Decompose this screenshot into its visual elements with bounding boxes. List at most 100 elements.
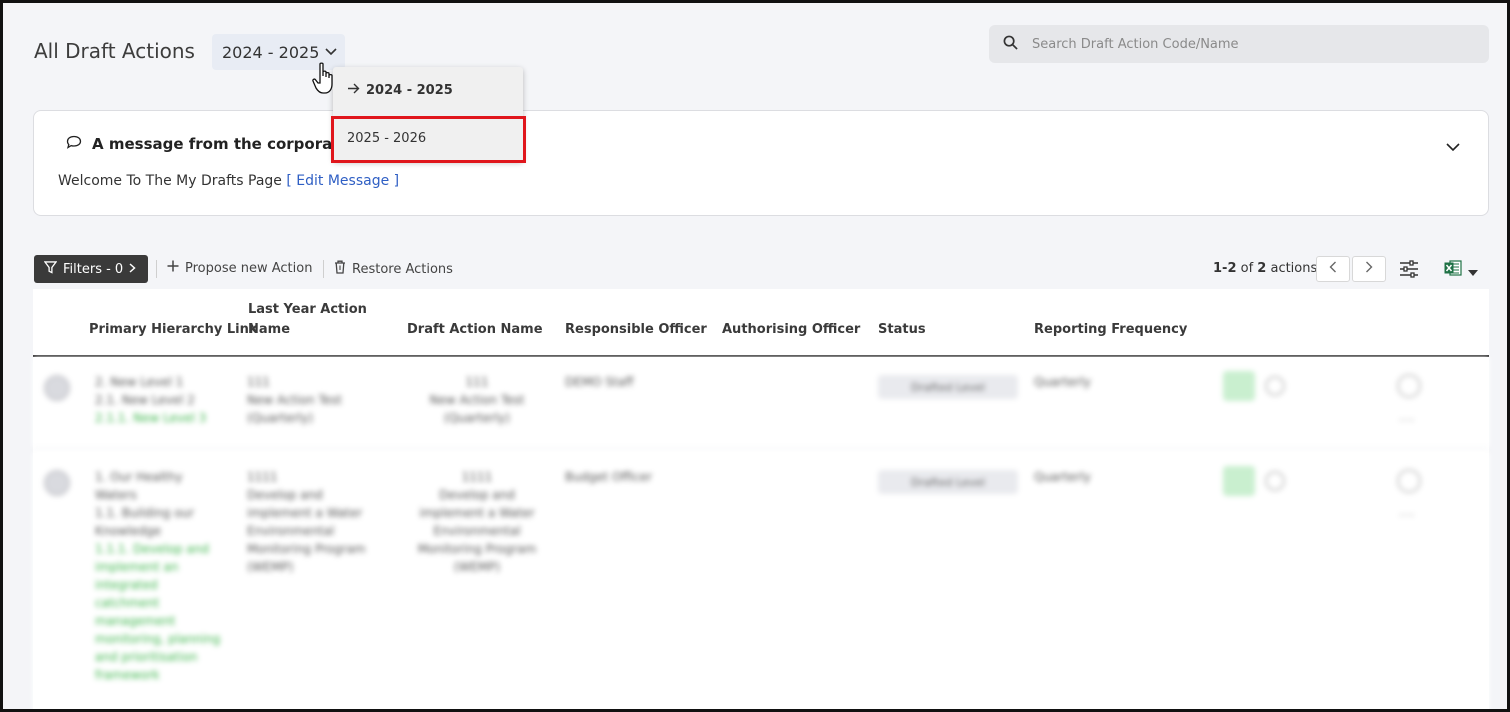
page-title: All Draft Actions [34, 39, 195, 63]
cell-line: Environmental [247, 524, 335, 538]
status-badge: Drafted Level [878, 470, 1018, 494]
column-header-line: Last Year Action [248, 302, 367, 317]
year-dropdown-menu: 2024 - 2025 2025 - 2026 [333, 67, 523, 161]
cell-line: (Quarterly) [443, 411, 511, 425]
hierarchy-cell: 2. New Level 1 2.1. New Level 2 2.1.1. N… [95, 373, 206, 427]
comment-icon[interactable] [1397, 374, 1421, 398]
column-header-primary-hierarchy[interactable]: Primary Hierarchy Link [89, 320, 257, 340]
more-options-icon[interactable]: ··· [1399, 413, 1415, 429]
last-year-name-cell: 111 New Action Test (Quarterly) [247, 373, 342, 427]
cell-line: Monitoring Program [247, 542, 366, 556]
hand-cursor-icon [312, 62, 338, 96]
cell-line: 111 [247, 375, 270, 389]
hierarchy-level-2: 2.1. New Level 2 [95, 393, 195, 407]
search-input[interactable] [1032, 36, 1452, 52]
draft-actions-table: Primary Hierarchy Link Last Year Action … [33, 289, 1489, 712]
filters-button[interactable]: Filters - 0 [34, 255, 148, 283]
column-header-status[interactable]: Status [878, 320, 926, 340]
chat-bubble-icon [66, 135, 82, 153]
status-badge: Drafted Level [878, 375, 1018, 399]
count-range: 1-2 [1213, 261, 1237, 276]
plus-icon [167, 260, 179, 276]
more-options-icon[interactable]: ··· [1399, 508, 1415, 524]
propose-new-action-label: Propose new Action [185, 260, 313, 276]
count-unit: actions [1266, 261, 1318, 276]
cell-line: Environmental [433, 524, 521, 538]
column-settings-icon[interactable] [1399, 260, 1419, 282]
propose-new-action-button[interactable]: Propose new Action [167, 260, 312, 276]
hierarchy-level-1: 1. Our Healthy [95, 470, 183, 484]
edit-icon[interactable] [1223, 371, 1255, 401]
column-header-reporting-frequency[interactable]: Reporting Frequency [1034, 320, 1187, 340]
message-body: Welcome To The My Drafts Page [ Edit Mes… [58, 173, 399, 189]
cell-line: 1111 [461, 470, 493, 484]
message-title: A message from the corporate t [66, 135, 362, 153]
hierarchy-level-3: integrated [95, 578, 158, 592]
cell-line: 1111 [247, 470, 278, 484]
message-title-text: A message from the corporate t [92, 135, 362, 153]
excel-export-button[interactable] [1444, 260, 1478, 280]
excel-icon [1444, 260, 1462, 280]
dropdown-option-selected-label: 2024 - 2025 [366, 82, 453, 98]
message-body-text: Welcome To The My Drafts Page [58, 173, 282, 189]
hierarchy-level-1: 2. New Level 1 [95, 375, 184, 389]
column-header-responsible-officer[interactable]: Responsible Officer [565, 320, 707, 340]
row-avatar [44, 375, 70, 401]
caret-down-icon [1468, 261, 1478, 280]
frequency-cell: Quarterly [1034, 470, 1091, 484]
column-header-draft-name[interactable]: Draft Action Name [407, 320, 543, 340]
restore-actions-button[interactable]: Restore Actions [334, 260, 453, 278]
cell-line: Develop and [247, 488, 323, 502]
cell-line: Develop and [439, 488, 515, 502]
dropdown-option-selected[interactable]: 2024 - 2025 [333, 67, 523, 113]
history-icon[interactable] [1265, 471, 1285, 491]
hierarchy-level-2: Knowledge [95, 524, 161, 538]
comment-icon[interactable] [1397, 469, 1421, 493]
hierarchy-level-3: catchment [95, 596, 160, 610]
edit-icon[interactable] [1223, 466, 1255, 496]
toolbar-divider [156, 260, 157, 278]
cell-line: (WEMP) [247, 560, 294, 574]
results-count: 1-2 of 2 actions [1213, 261, 1317, 276]
chevron-left-icon [1329, 261, 1337, 277]
restore-actions-label: Restore Actions [352, 261, 453, 277]
trash-restore-icon [334, 260, 346, 278]
hierarchy-level-3: implement an [95, 560, 179, 574]
hierarchy-level-3: management [95, 614, 176, 628]
chevron-right-icon [129, 262, 136, 277]
filter-icon [43, 260, 58, 278]
cell-line: (WEMP) [453, 560, 501, 574]
cell-line: 111 [465, 375, 489, 389]
cell-line: New Action Test [429, 393, 525, 407]
filters-label: Filters - 0 [63, 261, 124, 277]
table-row[interactable]: 1. Our Healthy Waters 1.1. Building our … [33, 452, 1489, 712]
column-header-authorising-officer[interactable]: Authorising Officer [722, 320, 860, 340]
hierarchy-level-3: monitoring, planning [95, 632, 221, 646]
hierarchy-level-1: Waters [95, 488, 137, 502]
cell-line: New Action Test [247, 393, 343, 407]
hierarchy-level-3: framework [95, 668, 160, 682]
hierarchy-level-2: 1.1. Building our [95, 506, 195, 520]
dropdown-option-2025-2026[interactable]: 2025 - 2026 [333, 115, 523, 161]
row-avatar [44, 470, 70, 496]
responsible-officer-cell: Budget Officer [565, 470, 652, 484]
column-header-last-year-name[interactable]: Last Year Action Name [248, 300, 367, 340]
next-page-button[interactable] [1352, 256, 1386, 282]
edit-message-link[interactable]: [ Edit Message ] [286, 173, 399, 189]
table-row[interactable]: 2. New Level 1 2.1. New Level 2 2.1.1. N… [33, 357, 1489, 449]
previous-page-button[interactable] [1316, 256, 1350, 282]
cell-line: implement a Water [247, 506, 363, 520]
toolbar-divider [323, 260, 324, 278]
chevron-down-icon [325, 45, 337, 59]
history-icon[interactable] [1265, 376, 1285, 396]
hierarchy-cell: 1. Our Healthy Waters 1.1. Building our … [95, 468, 220, 684]
hierarchy-level-3: 1.1.1. Develop and [95, 542, 209, 556]
count-of: of [1236, 261, 1258, 276]
collapse-chevron-icon[interactable] [1446, 137, 1460, 156]
cell-line: implement a Water [419, 506, 535, 520]
search-bar[interactable] [989, 25, 1489, 63]
year-selector-label: 2024 - 2025 [222, 42, 320, 62]
chevron-right-icon [1365, 261, 1373, 277]
arrow-right-icon [347, 83, 360, 98]
hierarchy-level-3: and prioritisation [95, 650, 198, 664]
